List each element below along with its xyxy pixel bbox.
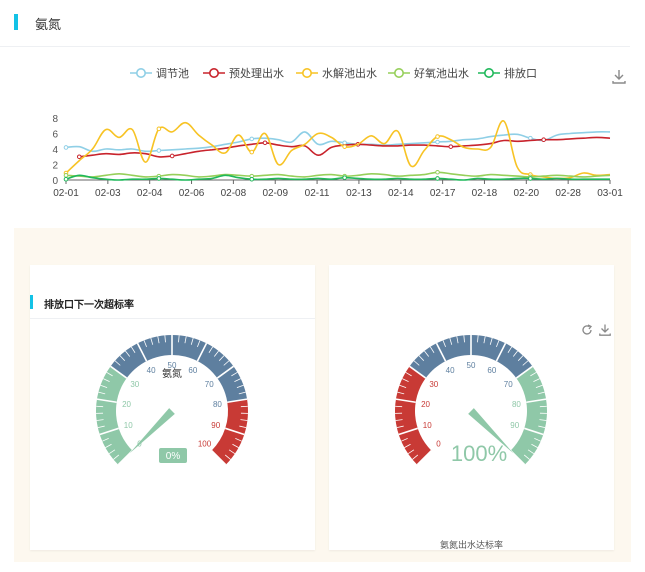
compliance-rate-gauge: 0 10 20 30 40 50 60 70 80 90 100% <box>395 335 547 466</box>
series-point <box>249 149 255 155</box>
gauge-tick-label: 20 <box>122 400 131 409</box>
legend-item[interactable]: 好氧池出水 <box>388 66 469 80</box>
series-point <box>528 176 533 181</box>
gauge-pointer <box>129 408 175 454</box>
chart-axes: 0 2 4 6 8 02-01 02-03 02-04 02-06 02-08 02-09 02-11… <box>52 114 623 199</box>
series-point <box>448 144 454 149</box>
series-point <box>435 139 440 145</box>
download-icon[interactable] <box>599 324 611 336</box>
x-tick-label: 03-01 <box>597 188 623 199</box>
gauge-tick-label: 100 <box>198 440 212 449</box>
chart-series <box>63 120 611 182</box>
legend-item[interactable]: 排放口 <box>478 66 537 80</box>
series-point <box>249 176 255 182</box>
legend-label: 水解池出水 <box>322 66 377 80</box>
gauge-value-label: 0% <box>166 451 181 462</box>
gauge-tick-label: 90 <box>510 421 519 430</box>
x-tick-label: 02-09 <box>262 188 288 199</box>
series-point <box>156 126 162 132</box>
download-icon[interactable] <box>612 70 626 84</box>
legend-label: 好氧池出水 <box>414 66 469 80</box>
gauge-tick-label: 40 <box>446 366 455 375</box>
gauge-tick-label: 40 <box>147 366 156 375</box>
x-tick-label: 02-28 <box>555 188 581 199</box>
gauge-tick-label: 70 <box>205 380 214 389</box>
series-point <box>435 134 440 139</box>
x-tick-label: 02-13 <box>346 188 372 199</box>
series-point <box>156 176 162 181</box>
series-point <box>63 176 69 182</box>
legend-label: 排放口 <box>504 66 537 80</box>
compliance-rate-card: 0 10 20 30 40 50 60 70 80 90 100% 氨氮出水达标率 <box>329 265 614 550</box>
series-point <box>169 153 175 159</box>
x-tick-label: 02-20 <box>514 188 540 199</box>
legend-label: 调节池 <box>156 67 189 80</box>
y-tick-label: 0 <box>52 176 58 187</box>
gauge-tick-label: 60 <box>188 366 197 375</box>
legend-item[interactable]: 水解池出水 <box>296 66 377 80</box>
x-tick-label: 02-04 <box>137 188 163 199</box>
series-point <box>342 140 347 146</box>
x-tick-label: 02-14 <box>388 188 414 199</box>
gauge-tick-label: 80 <box>512 400 521 409</box>
series-point <box>435 169 440 175</box>
gauge-tick-label: 0 <box>436 440 441 449</box>
gauge-tick-label: 70 <box>504 380 513 389</box>
section-header: 氨氮 <box>0 0 630 47</box>
exceed-rate-card: 排放口下一次超标率 0102030405060708090100氨氮0% <box>30 265 315 550</box>
series-point <box>262 140 268 146</box>
series-point <box>63 173 69 178</box>
series-point <box>156 148 162 153</box>
series-point <box>435 176 440 181</box>
gauge-tick-label: 20 <box>421 400 430 409</box>
gauge-caption: 氨氮出水达标率 <box>439 540 503 550</box>
x-tick-label: 02-06 <box>179 188 205 199</box>
x-tick-label: 02-08 <box>221 188 247 199</box>
series-point <box>76 154 82 160</box>
y-tick-label: 6 <box>52 130 58 141</box>
gauge-tick-label: 10 <box>124 421 133 430</box>
series-point <box>342 175 347 180</box>
gauge-tick-label: 60 <box>487 366 496 375</box>
gauge-tick-label: 80 <box>213 400 222 409</box>
x-tick-label: 02-01 <box>53 188 79 199</box>
gauges-panel: 排放口下一次超标率 0102030405060708090100氨氮0% 010… <box>14 228 631 562</box>
gauge-band <box>211 399 248 465</box>
gauge-value-label: 100% <box>451 441 507 466</box>
series-point <box>528 135 533 141</box>
chart-legend[interactable]: 调节池 预处理出水 水解池出水 好氧池出水 排放口 <box>130 66 537 80</box>
gauge-tick-label: 10 <box>423 421 432 430</box>
legend-item[interactable]: 调节池 <box>130 67 189 80</box>
gauge-tick-label: 30 <box>130 380 139 389</box>
section-accent-bar <box>14 14 18 30</box>
gauge-tick-label: 90 <box>211 421 220 430</box>
y-tick-label: 8 <box>52 114 58 125</box>
gauge-tick-label: 50 <box>467 361 476 370</box>
legend-item[interactable]: 预处理出水 <box>203 66 284 80</box>
gauge-name: 氨氮 <box>162 367 182 380</box>
exceed-rate-gauge: 0102030405060708090100氨氮0% <box>96 335 248 466</box>
series-point <box>541 137 546 142</box>
legend-label: 预处理出水 <box>229 66 284 80</box>
refresh-icon[interactable] <box>581 324 593 336</box>
series-point <box>63 145 69 150</box>
gauge-tick-label: 30 <box>429 380 438 389</box>
x-tick-label: 02-11 <box>305 188 330 199</box>
x-tick-label: 02-17 <box>430 188 456 199</box>
x-tick-label: 02-18 <box>472 188 498 199</box>
series-line <box>65 120 611 180</box>
series-point <box>249 136 255 142</box>
x-tick-label: 02-03 <box>95 188 121 199</box>
series-point <box>342 144 347 149</box>
section-title: 氨氮 <box>35 17 62 32</box>
y-tick-label: 2 <box>52 161 58 172</box>
y-tick-label: 4 <box>52 145 58 156</box>
ammonia-trend-chart: 调节池 预处理出水 水解池出水 好氧池出水 排放口 0 2 4 6 8 02-01 02-03 02-… <box>52 66 626 199</box>
